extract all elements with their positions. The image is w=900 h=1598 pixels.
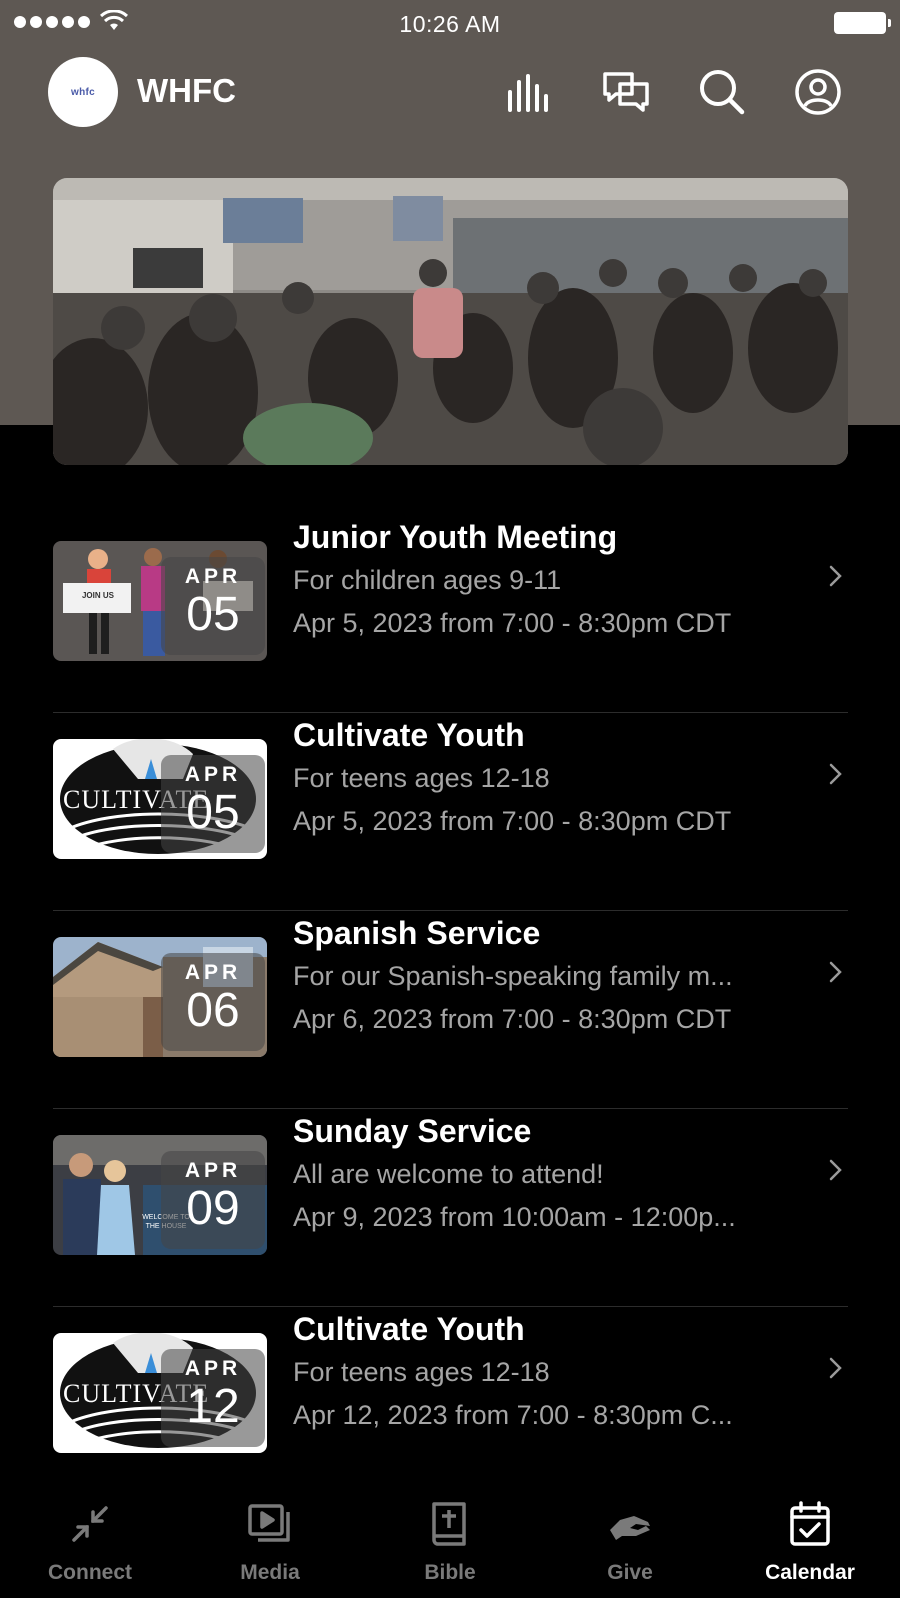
event-thumbnail: CULTIVATE APR 05 — [53, 739, 267, 859]
battery-icon — [834, 12, 891, 34]
media-icon — [248, 1504, 290, 1542]
event-row[interactable]: JOIN US APR 05 Junior Youth Meeting For … — [53, 515, 848, 713]
event-subtitle: All are welcome to attend! — [293, 1159, 604, 1189]
event-time: Apr 6, 2023 from 7:00 - 8:30pm CDT — [293, 1004, 732, 1034]
event-subtitle: For teens ages 12-18 — [293, 1357, 550, 1387]
event-thumbnail: JOIN US APR 05 — [53, 541, 267, 661]
hero-banner-image[interactable] — [53, 178, 848, 465]
status-bar: 10:26 AM — [0, 0, 900, 46]
tab-bible[interactable]: Bible — [375, 1488, 525, 1598]
event-time: Apr 12, 2023 from 7:00 - 8:30pm C... — [293, 1400, 733, 1430]
church-logo[interactable]: whfc — [48, 57, 118, 127]
date-badge: APR 05 — [161, 755, 265, 853]
bottom-tab-bar: Connect Media Bible Give Calendar — [0, 1488, 900, 1598]
bible-icon — [432, 1502, 466, 1546]
date-day: 09 — [186, 1182, 240, 1235]
tab-label: Calendar — [765, 1561, 855, 1584]
event-title: Spanish Service — [293, 915, 541, 951]
event-time: Apr 9, 2023 from 10:00am - 12:00p... — [293, 1202, 736, 1232]
chevron-right-icon — [829, 763, 842, 785]
event-time: Apr 5, 2023 from 7:00 - 8:30pm CDT — [293, 608, 732, 638]
connect-icon — [72, 1506, 108, 1542]
calendar-icon — [790, 1501, 830, 1546]
date-month: APR — [184, 763, 242, 786]
event-subtitle: For our Spanish-speaking family m... — [293, 961, 733, 991]
search-icon[interactable] — [698, 68, 746, 116]
event-title: Sunday Service — [293, 1113, 532, 1149]
app-title: WHFC — [137, 72, 236, 109]
date-day: 05 — [186, 786, 240, 839]
tab-give[interactable]: Give — [555, 1488, 705, 1598]
date-day: 05 — [186, 588, 240, 641]
date-month: APR — [184, 1159, 242, 1182]
date-month: APR — [184, 961, 242, 984]
event-row[interactable]: APR 06 Spanish Service For our Spanish-s… — [53, 911, 848, 1109]
tab-calendar[interactable]: Calendar — [735, 1488, 885, 1598]
audio-bars-icon[interactable] — [506, 68, 554, 116]
logo-text: whfc — [71, 86, 95, 98]
date-badge: APR 06 — [161, 953, 265, 1051]
chevron-right-icon — [829, 1357, 842, 1379]
event-title: Cultivate Youth — [293, 717, 525, 753]
tab-media[interactable]: Media — [195, 1488, 345, 1598]
event-thumbnail: CULTIVATE APR 12 — [53, 1333, 267, 1453]
event-time: Apr 5, 2023 from 7:00 - 8:30pm CDT — [293, 806, 732, 836]
event-thumbnail: WELCOME TO THE HOUSE APR 09 — [53, 1135, 267, 1255]
event-title: Junior Youth Meeting — [293, 519, 618, 555]
date-badge: APR 05 — [161, 557, 265, 655]
tab-connect[interactable]: Connect — [15, 1488, 165, 1598]
event-title: Cultivate Youth — [293, 1311, 525, 1347]
event-row[interactable]: WELCOME TO THE HOUSE APR 09 Sunday Servi… — [53, 1109, 848, 1307]
date-day: 12 — [186, 1380, 240, 1433]
chevron-right-icon — [829, 565, 842, 587]
tab-label: Bible — [424, 1561, 476, 1584]
chevron-right-icon — [829, 1159, 842, 1181]
event-row[interactable]: CULTIVATE APR 12 Cultivate Youth For tee… — [53, 1307, 848, 1505]
status-time: 10:26 AM — [399, 11, 501, 37]
tab-label: Give — [607, 1561, 653, 1584]
thumbnail-text: JOIN US — [81, 591, 114, 600]
event-subtitle: For children ages 9-11 — [293, 565, 562, 595]
date-month: APR — [184, 565, 242, 588]
event-subtitle: For teens ages 12-18 — [293, 763, 550, 793]
event-row[interactable]: CULTIVATE APR 05 Cultivate Youth For tee… — [53, 713, 848, 911]
date-day: 06 — [186, 984, 240, 1037]
tab-label: Connect — [48, 1561, 132, 1584]
tab-label: Media — [240, 1561, 300, 1584]
event-thumbnail: APR 06 — [53, 937, 267, 1057]
give-icon — [610, 1516, 650, 1540]
events-list: JOIN US APR 05 Junior Youth Meeting For … — [53, 515, 848, 1505]
date-badge: APR 12 — [161, 1349, 265, 1447]
chat-icon[interactable] — [602, 68, 650, 116]
date-month: APR — [184, 1357, 242, 1380]
chevron-right-icon — [829, 961, 842, 983]
date-badge: APR 09 — [161, 1151, 265, 1249]
profile-icon[interactable] — [794, 68, 842, 116]
